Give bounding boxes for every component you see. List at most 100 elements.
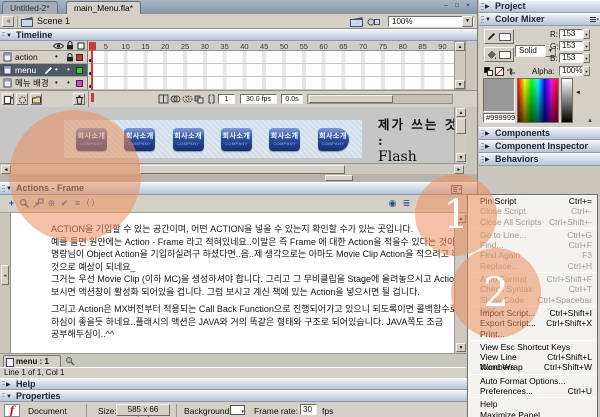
layer-row-menu-bg[interactable]: 메뉴 배경 • • <box>0 77 88 90</box>
g-spinner[interactable]: ▼ <box>583 41 590 51</box>
current-frame-field[interactable]: 1 <box>218 94 235 104</box>
layer-color-swatch[interactable] <box>76 54 83 61</box>
fill-color-button[interactable] <box>484 47 514 62</box>
lock-dot[interactable]: • <box>67 64 70 76</box>
delete-layer-trash-icon[interactable] <box>73 93 85 105</box>
properties-panel-header[interactable]: ▼ Properties <box>0 390 477 402</box>
no-color-icon[interactable] <box>495 67 504 76</box>
tab-untitled-2[interactable]: Untitled-2* <box>2 1 58 14</box>
r-spinner[interactable]: ▼ <box>583 29 590 39</box>
stage-vscrollbar[interactable]: ▲ ▼ <box>454 107 466 163</box>
b-spinner[interactable]: ▼ <box>583 53 590 63</box>
modify-onion-markers-icon[interactable] <box>206 94 217 104</box>
fill-color-swatch[interactable] <box>499 51 511 59</box>
back-button[interactable]: ◄ <box>2 16 14 27</box>
insert-folder-icon[interactable] <box>30 93 42 105</box>
scroll-down-icon[interactable]: ▼ <box>456 153 466 162</box>
scroll-right-icon[interactable]: ► <box>454 165 464 174</box>
timeline-panel-header[interactable]: ▼ Timeline <box>0 29 477 41</box>
default-colors-icon[interactable] <box>484 67 493 76</box>
zoom-dropdown-button[interactable]: ▼ <box>462 16 473 27</box>
timeline-hscrollbar[interactable] <box>307 94 453 104</box>
b-input[interactable]: 153 <box>559 53 583 63</box>
onion-skin-icon[interactable] <box>170 94 181 104</box>
onion-skin-outlines-icon[interactable] <box>182 94 193 104</box>
debug-options-icon[interactable]: ◉ <box>386 197 399 210</box>
menu-item[interactable]: Word WrapCtrl+Shift+W <box>468 362 597 372</box>
insert-layer-icon[interactable] <box>2 93 14 105</box>
brightness-slider[interactable] <box>561 78 573 123</box>
g-input[interactable]: 153 <box>559 41 583 51</box>
pin-script-icon[interactable] <box>65 356 75 366</box>
show-hide-layers-icon[interactable] <box>53 42 64 50</box>
center-frame-icon[interactable] <box>158 94 169 104</box>
scroll-down-icon[interactable]: ▼ <box>456 343 466 352</box>
menu-item[interactable]: View Esc Shortcut Keys <box>468 342 597 352</box>
close-button[interactable]: × <box>463 2 473 11</box>
scroll-up-icon[interactable]: ▲ <box>456 108 466 117</box>
frame-rate-field[interactable]: 30.0 fps <box>240 94 277 104</box>
frame-row[interactable] <box>88 77 454 90</box>
layer-row-action[interactable]: action • <box>0 51 88 64</box>
scrollbar-thumb[interactable] <box>456 118 466 134</box>
edit-multiple-frames-icon[interactable] <box>194 94 205 104</box>
color-picker-gradient[interactable] <box>517 78 559 123</box>
frame-row[interactable] <box>88 64 454 77</box>
panel-collapse-arrow-icon[interactable]: ▲ <box>587 118 593 124</box>
timeline-ruler[interactable]: 51015202530354045505560657075808590 <box>88 41 454 51</box>
minimize-button[interactable]: – <box>441 2 451 11</box>
lock-dot[interactable]: • <box>67 77 70 89</box>
playhead-marker[interactable] <box>89 42 96 50</box>
alpha-input[interactable]: 100% <box>559 66 583 76</box>
visible-dot[interactable]: • <box>55 51 58 63</box>
hex-color-input[interactable]: #999999 <box>483 113 515 123</box>
scrollbar-thumb[interactable] <box>140 165 345 174</box>
view-options-icon[interactable]: ≣ <box>400 197 413 210</box>
component-inspector-panel-header[interactable]: ▶ Component Inspector <box>479 140 600 153</box>
lock-icon[interactable] <box>66 53 74 62</box>
menu-item[interactable]: Maximize Panel <box>468 410 597 417</box>
menu-item[interactable]: View Line NumbersCtrl+Shift+L <box>468 352 597 362</box>
scroll-down-icon[interactable]: ▼ <box>455 80 465 89</box>
swap-colors-icon[interactable] <box>506 67 516 76</box>
menu-item[interactable]: Auto Format Options... <box>468 376 597 386</box>
nav-button[interactable]: 회사소개COMPANY <box>221 128 252 151</box>
size-button[interactable]: 585 x 66 pixels <box>116 404 170 416</box>
nav-button[interactable]: 회사소개COMPANY <box>173 128 204 151</box>
frame-row[interactable] <box>88 51 454 64</box>
menu-item[interactable]: Help <box>468 399 597 409</box>
frame-rate-input[interactable]: 30 <box>300 404 317 415</box>
stroke-color-swatch[interactable] <box>499 33 511 41</box>
scroll-up-icon[interactable]: ▲ <box>455 42 465 51</box>
edit-scene-icon[interactable] <box>350 16 363 27</box>
layer-color-swatch[interactable] <box>76 67 83 74</box>
behaviors-panel-header[interactable]: ▶ Behaviors <box>479 153 600 166</box>
project-panel-header[interactable]: ▶ Project <box>479 0 600 13</box>
help-panel-header[interactable]: ▶ Help <box>0 378 477 390</box>
menu-item[interactable]: Preferences...Ctrl+U <box>468 386 597 396</box>
visible-dot[interactable]: • <box>55 77 58 89</box>
script-navigator-splitter[interactable]: ◄ <box>0 213 11 353</box>
tab-main-menu-fla[interactable]: main_Menu.fla* <box>66 1 141 14</box>
layer-color-swatch[interactable] <box>76 80 83 87</box>
visible-dot[interactable]: • <box>55 64 58 76</box>
color-mixer-panel-header[interactable]: ▼ Color Mixer <box>479 13 600 26</box>
scrollbar-thumb[interactable] <box>309 95 393 103</box>
edit-symbol-icon[interactable] <box>367 16 380 27</box>
brightness-slider-arrow-icon[interactable]: ◄ <box>575 90 581 96</box>
components-panel-header[interactable]: ▶ Components <box>479 127 600 140</box>
panel-menu-icon[interactable] <box>589 16 599 24</box>
lock-layers-icon[interactable] <box>66 41 74 50</box>
playhead-line[interactable] <box>91 50 93 90</box>
alpha-spinner[interactable]: ▼ <box>583 66 590 76</box>
layer-row-menu[interactable]: menu • • <box>0 64 88 77</box>
stroke-color-button[interactable] <box>484 29 514 44</box>
r-input[interactable]: 153 <box>559 29 583 39</box>
background-color-swatch[interactable]: ▾ <box>230 405 245 415</box>
nav-button[interactable]: 회사소개COMPANY <box>269 128 300 151</box>
outline-layers-icon[interactable] <box>77 42 85 50</box>
restore-button[interactable]: □ <box>452 2 462 11</box>
zoom-input[interactable]: 100% ▼ <box>388 16 474 27</box>
scene-label[interactable]: Scene 1 <box>37 15 70 28</box>
divider-grip[interactable] <box>325 175 353 181</box>
